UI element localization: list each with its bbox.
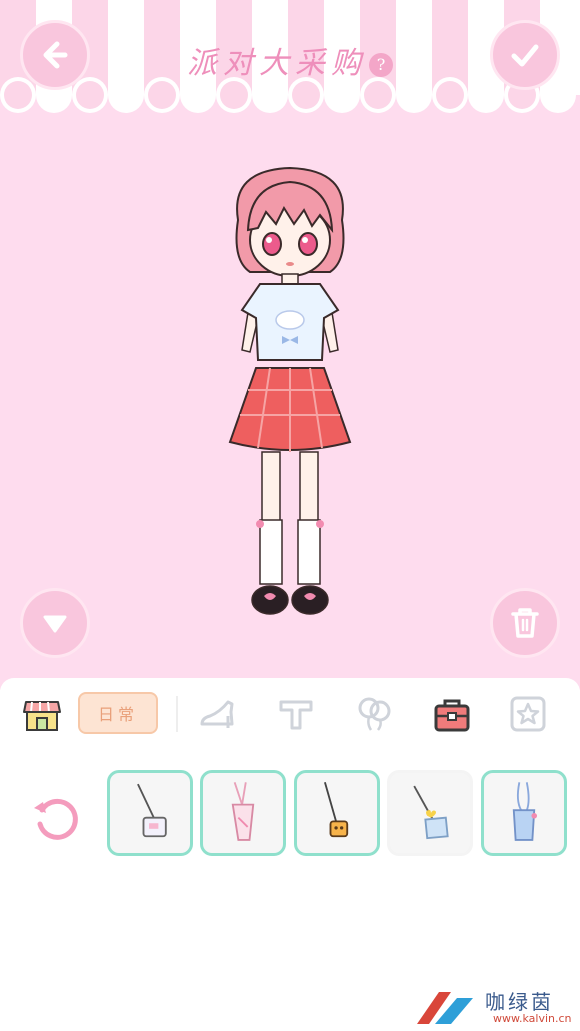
category-bar: 日常 (0, 692, 580, 742)
shop-icon (23, 701, 61, 731)
item-blue-shoulder-bag[interactable] (481, 770, 567, 856)
confirm-button[interactable] (490, 20, 560, 90)
item-pink-tote-bag[interactable] (200, 770, 286, 856)
category-balloons[interactable] (352, 692, 396, 736)
t-letter-icon (279, 700, 313, 730)
help-icon[interactable]: ? (369, 53, 393, 77)
balloon-icon (358, 697, 391, 731)
back-button[interactable] (20, 20, 90, 90)
star-icon (510, 696, 546, 732)
character-doll (228, 166, 352, 615)
trash-icon (511, 608, 539, 638)
item-white-crossbody-bag[interactable] (107, 770, 193, 856)
tab-daily[interactable]: 日常 (78, 692, 158, 734)
watermark-logo (417, 992, 473, 1024)
mini-bag-image (324, 782, 349, 838)
arrow-left-icon (43, 41, 68, 69)
item-yellow-mini-bag[interactable] (294, 770, 380, 856)
triangle-down-icon (43, 615, 67, 633)
watermark-name: 咖绿茵 (485, 990, 554, 1014)
category-favorites[interactable] (506, 692, 550, 736)
watermark-url: www.kalvin.cn (493, 1012, 572, 1025)
category-shop[interactable] (20, 692, 64, 736)
category-tops[interactable] (274, 692, 318, 736)
heart-bag-image (413, 785, 449, 840)
shoulder-bag-image (512, 782, 538, 841)
bag-icon (434, 699, 470, 732)
item-list (0, 770, 580, 860)
title-text: 派对大采购 (187, 46, 367, 81)
trash-button[interactable] (490, 588, 560, 658)
tote-bag-image (231, 782, 255, 841)
check-icon (511, 44, 539, 67)
crossbody-bag-image (137, 783, 167, 838)
dressing-stage: 派对大采购? (0, 0, 580, 690)
collapse-button[interactable] (20, 588, 90, 658)
category-shoes[interactable] (196, 692, 240, 736)
category-bags[interactable] (430, 692, 474, 736)
category-divider (176, 696, 178, 732)
item-blue-heart-bag[interactable] (387, 770, 473, 856)
watermark: 咖绿茵 www.kalvin.cn (405, 986, 580, 1031)
shoe-icon (200, 700, 234, 728)
